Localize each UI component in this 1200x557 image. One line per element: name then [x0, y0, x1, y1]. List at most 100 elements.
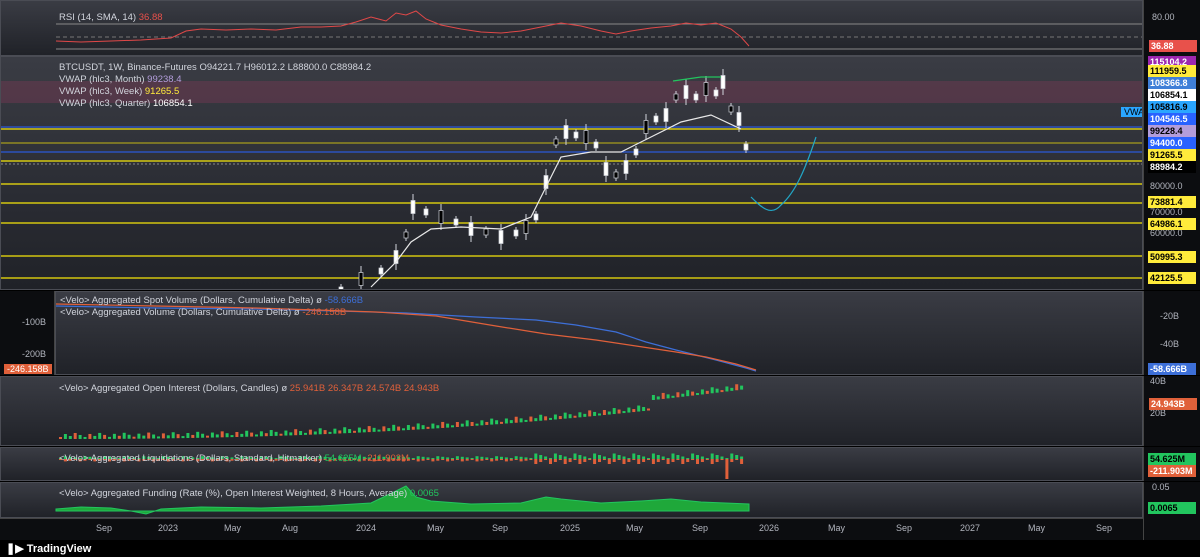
candle-body-0: [338, 286, 344, 289]
liq-short-bar-82: [460, 459, 464, 462]
spot-volume-legend[interactable]: <Velo> Aggregated Spot Volume (Dollars, …: [60, 295, 363, 306]
open-interest-pane[interactable]: <Velo> Aggregated Open Interest (Dollars…: [0, 376, 1143, 446]
oi-candle-129: [691, 391, 695, 396]
liq-long-bar-82: [460, 456, 464, 459]
oi-candle-68: [392, 424, 396, 431]
oi-candle-55: [328, 431, 332, 434]
liq-short-bar-77: [436, 459, 440, 461]
symbol-line: BTCUSDT, 1W, Binance-Futures O94221.7 H9…: [59, 62, 372, 73]
oi-candle-122: [656, 396, 660, 400]
liquidations-scale[interactable]: 54.625M -211.903M: [1143, 447, 1200, 481]
oi-candle-67: [387, 428, 391, 432]
tradingview-logo[interactable]: ❚▶ TradingView: [6, 542, 91, 555]
oi-candle-35: [230, 435, 234, 438]
liq-long-bar-134: [715, 455, 719, 459]
liq-short-bar-130: [696, 459, 699, 464]
oi-candle-100: [549, 417, 552, 420]
price-pane[interactable]: BTCUSDT, 1W, Binance-Futures O94221.7 H9…: [0, 56, 1143, 290]
liq-long-bar-128: [686, 458, 690, 459]
oi-candle-60: [353, 430, 356, 433]
liquidations-pane[interactable]: <Velo> Aggregated Liquidations (Dollars,…: [0, 447, 1143, 481]
vwap-week-legend[interactable]: VWAP (hlc3, Week) 91265.5: [59, 86, 179, 97]
cvd-right-scale[interactable]: -20B -40B -58.666B: [1143, 291, 1200, 375]
time-axis[interactable]: Sep 2023 May Aug 2024 May Sep 2025 May Sep 2026 May…: [0, 518, 1143, 540]
candle-body-35: [736, 112, 742, 126]
oi-candle-132: [705, 390, 709, 394]
oi-candle-106: [578, 412, 582, 418]
liq-short-bar-108: [588, 459, 592, 460]
oi-candle-47: [289, 432, 293, 436]
liq-long-bar-115: [622, 456, 626, 459]
liq-short-bar-131: [700, 459, 704, 462]
funding-legend[interactable]: <Velo> Aggregated Funding (Rate (%), Ope…: [59, 488, 439, 499]
liq-short-bar-129: [691, 459, 695, 460]
liq-long-bar-79: [446, 457, 450, 459]
oi-candle-2: [68, 435, 72, 439]
liq-long-bar-133: [710, 453, 714, 459]
liq-long-bar-118: [637, 455, 641, 459]
oi-value-tag: 24.943B: [1149, 398, 1197, 410]
oi-candle-118: [637, 405, 641, 412]
funding-pane[interactable]: <Velo> Aggregated Funding (Rate (%), Ope…: [0, 482, 1143, 518]
liq-short-bar-115: [622, 459, 626, 464]
candle-body-6: [423, 208, 429, 216]
candle-body-28: [673, 93, 679, 101]
oi-candle-48: [294, 429, 298, 436]
cvd-right-tick-20b: -20B: [1160, 311, 1180, 321]
oi-candle-38: [245, 430, 249, 437]
liq-short-bar-138: [735, 459, 739, 460]
vwap-quarter-legend[interactable]: VWAP (hlc3, Quarter) 106854.1: [59, 98, 193, 109]
liq-long-bar-91: [504, 457, 508, 459]
liq-long-bar-87: [485, 457, 489, 459]
price-tag-11: 64986.1: [1148, 218, 1196, 230]
candle-body-4: [403, 231, 409, 239]
oi-candle-72: [411, 426, 415, 430]
liq-long-bar-103: [563, 456, 567, 459]
oi-candle-103: [563, 412, 567, 419]
candle-body-12: [513, 229, 519, 237]
tradingview-icon: ❚▶: [6, 543, 24, 555]
oi-candle-4: [78, 434, 82, 439]
liq-long-bar-78: [441, 456, 445, 459]
liq-short-bar-107: [583, 459, 587, 462]
oi-candle-49: [299, 431, 303, 436]
vwap-month-legend[interactable]: VWAP (hlc3, Month) 99238.4: [59, 74, 182, 85]
candle-body-30: [693, 93, 699, 101]
oi-candle-30: [206, 435, 209, 438]
liq-short-bar-125: [671, 459, 675, 462]
oi-candle-108: [588, 410, 592, 417]
cvd-pane[interactable]: <Velo> Aggregated Spot Volume (Dollars, …: [55, 291, 1143, 375]
oi-candle-20: [157, 436, 160, 439]
oi-candle-130: [696, 393, 699, 396]
candle-body-9: [468, 222, 474, 236]
liquidations-legend[interactable]: <Velo> Aggregated Liquidations (Dollars,…: [59, 453, 409, 464]
liq-short-bar-94: [519, 459, 523, 462]
liq-short-bar-83: [465, 459, 469, 461]
time-axis-label-13: 2027: [960, 523, 981, 533]
funding-scale[interactable]: 0.05 0.0065: [1143, 482, 1200, 518]
liq-short-bar-111: [602, 459, 606, 460]
price-scale[interactable]: 80000.0 70000.0 60000.0 115104.2 111959.5…: [1143, 56, 1200, 290]
liq-short-bar-74: [421, 459, 425, 461]
axis-corner: [1143, 518, 1200, 540]
open-interest-legend[interactable]: <Velo> Aggregated Open Interest (Dollars…: [59, 383, 439, 394]
oi-tick-40b: 40B: [1150, 376, 1167, 386]
candle-body-25: [643, 120, 649, 134]
oi-candle-16: [137, 433, 141, 439]
rsi-pane[interactable]: RSI (14, SMA, 14) 36.88: [0, 0, 1143, 56]
rsi-price-scale[interactable]: 80.00 36.88: [1143, 0, 1200, 56]
oi-candle-62: [362, 429, 366, 433]
liq-long-bar-119: [642, 456, 646, 459]
liq-long-bar-129: [691, 453, 695, 459]
oi-candle-27: [191, 434, 195, 438]
liq-long-bar-80: [451, 458, 454, 459]
aggregated-volume-legend[interactable]: <Velo> Aggregated Volume (Dollars, Cumul…: [60, 307, 346, 318]
oi-candle-131: [700, 389, 704, 395]
cvd-left-scale[interactable]: -100B -200B -246.158B: [0, 291, 55, 375]
oi-candle-98: [539, 414, 543, 421]
liq-long-bar-101: [553, 453, 557, 459]
oi-candle-93: [514, 416, 518, 423]
liq-short-bar-92: [509, 459, 513, 461]
open-interest-scale[interactable]: 40B 20B 24.943B: [1143, 376, 1200, 446]
liq-long-bar-116: [627, 458, 631, 459]
